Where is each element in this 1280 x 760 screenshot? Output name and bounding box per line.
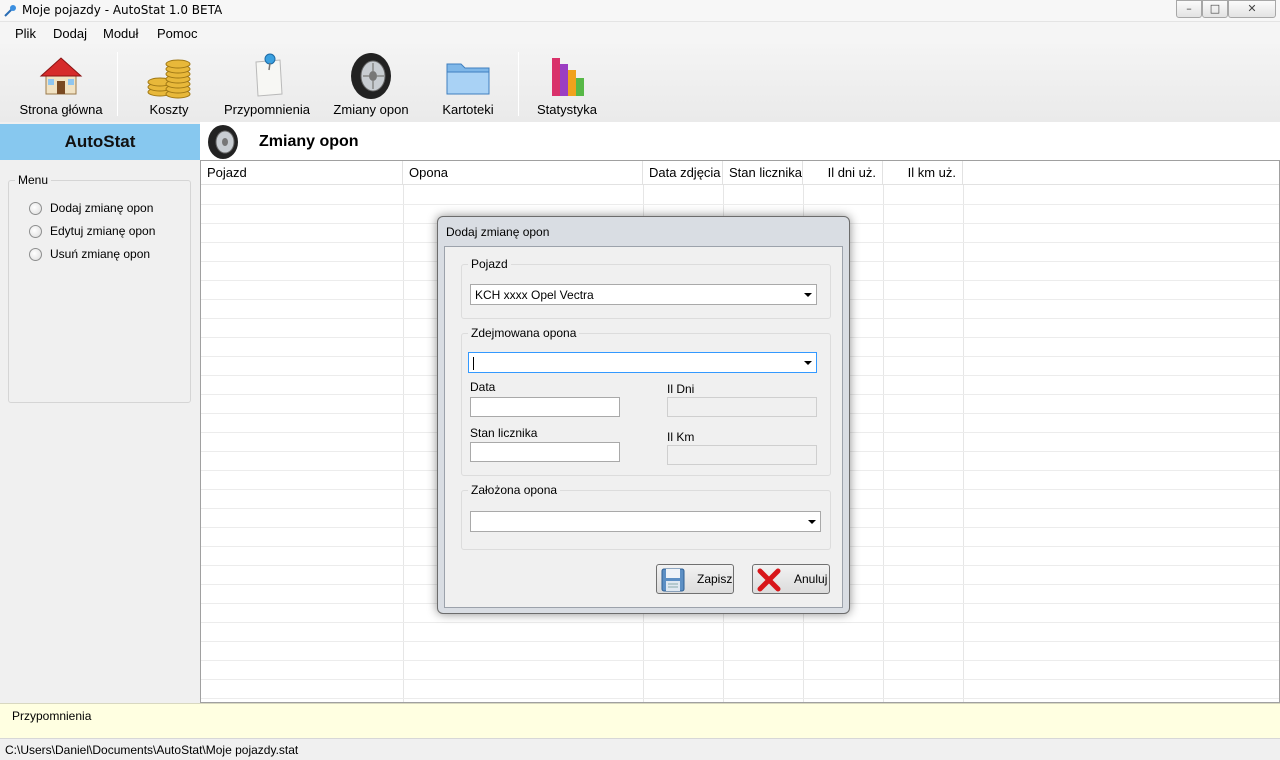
dialog-body: Pojazd KCH xxxx Opel Vectra Zdejmowana o… — [444, 246, 843, 608]
add-tire-change-dialog: Dodaj zmianę opon Pojazd KCH xxxx Opel V… — [437, 216, 850, 614]
radio-icon[interactable] — [29, 202, 42, 215]
minimize-button[interactable]: – — [1176, 0, 1202, 18]
toolbar-przypomnienia-label: Przypomnienia — [224, 102, 310, 117]
vehicle-select[interactable]: KCH xxxx Opel Vectra — [470, 284, 817, 305]
chevron-down-icon — [804, 293, 812, 297]
toolbar-koszty-button[interactable]: Koszty — [130, 48, 208, 118]
table-row-line — [201, 660, 1279, 661]
radio-icon[interactable] — [29, 248, 42, 261]
sidebar-menu-label: Menu — [15, 173, 52, 187]
vehicle-group: Pojazd KCH xxxx Opel Vectra — [461, 257, 831, 319]
window-title: Moje pojazdy - AutoStat 1.0 BETA — [22, 3, 223, 17]
table-row-line — [201, 622, 1279, 623]
tire-icon — [351, 53, 391, 99]
bar-chart-icon — [552, 58, 584, 96]
reminders-label: Przypomnienia — [12, 709, 92, 723]
table-row-line — [201, 698, 1279, 699]
page-header: Zmiany opon — [200, 122, 1280, 162]
menu-bar: Plik Dodaj Moduł Pomoc — [0, 22, 1280, 44]
status-bar: C:\Users\Daniel\Documents\AutoStat\Moje … — [0, 738, 1280, 760]
toolbar-kartoteki-button[interactable]: Kartoteki — [433, 48, 503, 118]
menu-dodaj[interactable]: Dodaj — [53, 26, 87, 41]
sidebar-item-label: Usuń zmianę opon — [50, 247, 151, 261]
folder-icon — [446, 63, 490, 95]
tire-icon — [208, 125, 238, 159]
column-header-data-zdjecia[interactable]: Data zdjęcia — [643, 161, 723, 185]
removed-tire-group: Zdejmowana opona Data Il Dni Stan liczni… — [461, 326, 831, 476]
text-caret — [473, 357, 474, 371]
chevron-down-icon — [808, 520, 816, 524]
toolbar-separator — [117, 52, 118, 116]
column-header-il-dni[interactable]: Il dni uż. — [803, 161, 883, 185]
column-header-pojazd[interactable]: Pojazd — [201, 161, 403, 185]
toolbar-separator — [518, 52, 519, 116]
toolbar-home-label: Strona główna — [19, 102, 103, 117]
menu-modul[interactable]: Moduł — [103, 26, 138, 41]
installed-tire-group-label: Założona opona — [468, 483, 561, 497]
toolbar-zmiany-opon-button[interactable]: Zmiany opon — [330, 48, 412, 118]
table-row-line — [201, 679, 1279, 680]
toolbar-zmiany-opon-label: Zmiany opon — [333, 102, 409, 117]
vehicle-select-value: KCH xxxx Opel Vectra — [475, 288, 594, 302]
toolbar-koszty-label: Koszty — [149, 102, 189, 117]
column-header-il-km[interactable]: Il km uż. — [883, 161, 963, 185]
page-title: Zmiany opon — [259, 133, 359, 150]
sidebar-title: AutoStat — [0, 124, 200, 160]
toolbar-home-button[interactable]: Strona główna — [18, 48, 104, 118]
floppy-disk-icon — [661, 568, 685, 592]
removed-tire-select[interactable] — [468, 352, 817, 373]
cancel-button[interactable]: Anuluj — [752, 564, 830, 594]
chevron-down-icon — [804, 361, 812, 365]
km-field — [667, 445, 817, 465]
km-label: Il Km — [667, 430, 695, 444]
menu-pomoc[interactable]: Pomoc — [157, 26, 197, 41]
toolbar-statystyka-button[interactable]: Statystyka — [532, 48, 602, 118]
dialog-title: Dodaj zmianę opon — [446, 225, 550, 239]
reminders-panel: Przypomnienia — [0, 703, 1280, 738]
radio-icon[interactable] — [29, 225, 42, 238]
toolbar-kartoteki-label: Kartoteki — [442, 102, 494, 117]
table-row-line — [201, 204, 1279, 205]
home-icon — [39, 57, 83, 95]
cancel-button-label: Anuluj — [794, 572, 828, 586]
sidebar-item-label: Dodaj zmianę opon — [50, 201, 154, 215]
days-label: Il Dni — [667, 382, 695, 396]
installed-tire-group: Założona opona — [461, 483, 831, 550]
odometer-label: Stan licznika — [470, 426, 538, 440]
column-header-opona[interactable]: Opona — [403, 161, 643, 185]
removed-tire-group-label: Zdejmowana opona — [468, 326, 580, 340]
table-header: Pojazd Opona Data zdjęcia Stan licznika … — [201, 161, 1279, 185]
toolbar-statystyka-label: Statystyka — [537, 102, 597, 117]
toolbar: Strona główna Koszty Przypomnienia Zmian… — [0, 44, 1280, 122]
sidebar-item-label: Edytuj zmianę opon — [50, 224, 156, 238]
sidebar: AutoStat Menu Dodaj zmianę opon Edytuj z… — [0, 122, 200, 703]
column-header-stan-licznika[interactable]: Stan licznika — [723, 161, 803, 185]
days-field — [667, 397, 817, 417]
maximize-button[interactable]: □ — [1202, 0, 1228, 18]
date-label: Data — [470, 380, 496, 394]
menu-plik[interactable]: Plik — [15, 26, 36, 41]
table-row-line — [201, 641, 1279, 642]
installed-tire-select[interactable] — [470, 511, 821, 532]
close-button[interactable]: ✕ — [1228, 0, 1276, 18]
note-icon — [255, 53, 283, 97]
app-icon — [4, 5, 16, 17]
title-bar: Moje pojazdy - AutoStat 1.0 BETA – □ ✕ — [0, 0, 1280, 22]
vehicle-group-label: Pojazd — [468, 257, 511, 271]
file-path: C:\Users\Daniel\Documents\AutoStat\Moje … — [5, 743, 299, 757]
toolbar-przypomnienia-button[interactable]: Przypomnienia — [222, 48, 312, 118]
coins-icon — [147, 59, 191, 99]
save-button-label: Zapisz — [697, 572, 733, 586]
date-field[interactable] — [470, 397, 620, 417]
odometer-field[interactable] — [470, 442, 620, 462]
red-x-icon — [757, 568, 781, 592]
sidebar-menu-group: Menu Dodaj zmianę opon Edytuj zmianę opo… — [8, 173, 191, 403]
save-button[interactable]: Zapisz — [656, 564, 734, 594]
